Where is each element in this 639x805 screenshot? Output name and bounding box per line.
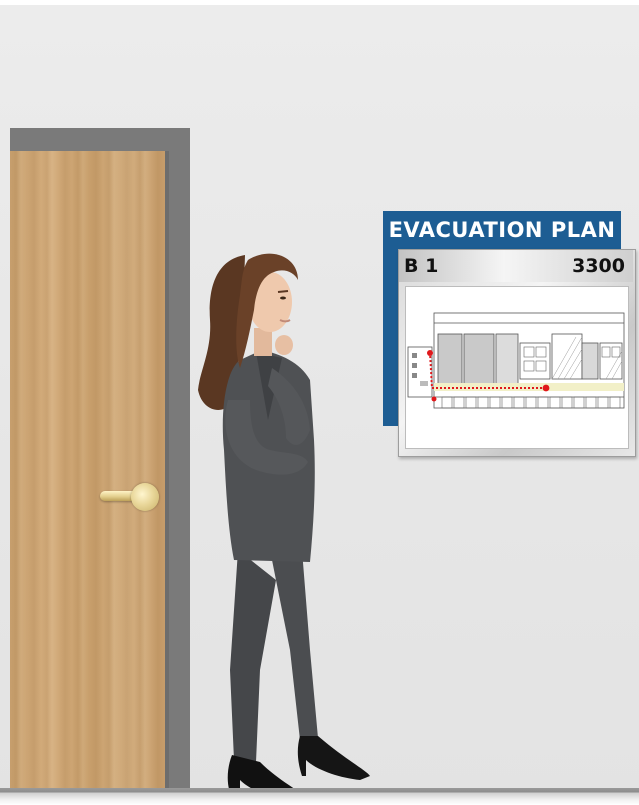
floor: [0, 788, 639, 805]
you-are-here-marker: [542, 384, 550, 392]
woman-figure: [198, 253, 370, 800]
door: [10, 151, 167, 788]
trousers-left: [230, 550, 276, 762]
door-handle-rose: [131, 483, 159, 511]
floor-plan-map: [405, 286, 629, 449]
trousers-right: [270, 550, 318, 740]
floor-plan-drawing: [407, 312, 625, 409]
exit-marker: [427, 350, 433, 356]
door-edge: [165, 151, 169, 788]
top-band: [0, 0, 639, 5]
scene: EVACUATION PLAN B 1 3300: [0, 0, 639, 805]
sign-room-number: 3300: [572, 255, 625, 277]
shoe-right: [297, 736, 370, 780]
hand-at-chin: [275, 335, 293, 355]
sign-title: EVACUATION PLAN: [388, 218, 616, 242]
extinguisher-marker: [431, 396, 437, 402]
sign-level-label: B 1: [404, 255, 439, 277]
